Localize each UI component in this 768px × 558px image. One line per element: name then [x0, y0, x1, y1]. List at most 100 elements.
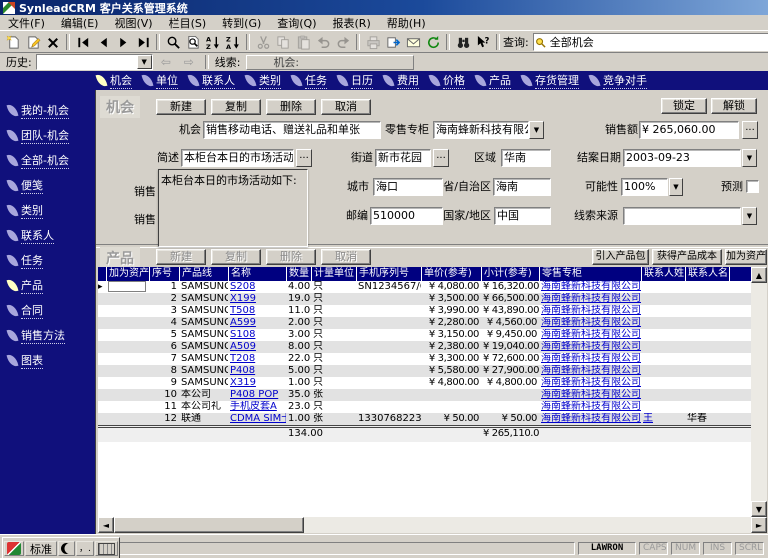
province-input[interactable]: 海南 — [493, 178, 551, 196]
sidebar-item[interactable]: 团队-机会 — [0, 123, 95, 148]
sort-ascending-icon[interactable]: AZ — [203, 33, 223, 51]
grid-header-cell[interactable]: 产品线 — [179, 267, 228, 281]
tab-item[interactable]: 单位 — [143, 72, 178, 89]
product-row[interactable]: 4SAMSUNGA5992.00只¥ 2,280.00¥ 4,560.00海南蜂… — [98, 317, 751, 329]
opportunity-button[interactable]: 删除 — [266, 99, 316, 115]
sidebar-item[interactable]: 便笺 — [0, 173, 95, 198]
sidebar-item[interactable]: 类别 — [0, 198, 95, 223]
tab-item[interactable]: 机会 — [97, 72, 132, 89]
lead-source-input[interactable] — [623, 207, 741, 225]
tab-item[interactable]: 类别 — [246, 72, 281, 89]
refresh-icon[interactable] — [423, 33, 443, 51]
counter-link[interactable]: 海南蜂新科技有限公司 — [541, 413, 641, 424]
menu-item[interactable]: 转到(G) — [214, 15, 269, 31]
sidebar-item[interactable]: 销售方法 — [0, 323, 95, 348]
grid-header-cell[interactable]: 序号 — [149, 267, 179, 281]
grid-header-cell[interactable]: 联系人姓 — [641, 267, 685, 281]
tab-item[interactable]: 联系人 — [189, 72, 235, 89]
product-row[interactable]: 3SAMSUNGT50811.00只¥ 3,990.00¥ 43,890.00海… — [98, 305, 751, 317]
sidebar-item[interactable]: 合同 — [0, 298, 95, 323]
counter-link[interactable]: 海南蜂新科技有限公司 — [541, 329, 641, 340]
menu-item[interactable]: 帮助(H) — [379, 15, 434, 31]
grid-header-cell[interactable]: 联系人名 — [685, 267, 729, 281]
grid-hscroll[interactable]: ◄ ► — [98, 517, 767, 533]
import-product-package-button[interactable]: 引入产品包 — [592, 249, 649, 265]
ime-mode-label[interactable]: 标准 — [25, 541, 57, 556]
ime-fullwidth-moon-icon[interactable] — [58, 541, 75, 556]
opportunity-button[interactable]: 复制 — [211, 99, 261, 115]
edit-record-icon[interactable] — [23, 33, 43, 51]
counter-link[interactable]: 海南蜂新科技有限公司 — [541, 293, 641, 304]
product-link[interactable]: X319 — [230, 377, 256, 388]
menu-item[interactable]: 栏目(S) — [161, 15, 215, 31]
product-row[interactable]: ▸1SAMSUNGS2084.00只SN1234567/68/¥ 4,080.0… — [98, 281, 751, 293]
menu-item[interactable]: 编辑(E) — [53, 15, 107, 31]
grid-header-cell[interactable]: 小计(参考) — [481, 267, 539, 281]
hscroll-thumb[interactable] — [114, 517, 304, 533]
retail-counter-dropdown-button[interactable]: ▼ — [529, 121, 544, 139]
retail-counter-input[interactable]: 海南蜂新科技有限公司 — [433, 121, 529, 139]
history-dropdown-button[interactable]: ▼ — [137, 55, 152, 69]
brief-memo-popup[interactable]: 本柜台本日的市场活动如下: — [158, 169, 308, 247]
tab-item[interactable]: 产品 — [476, 72, 511, 89]
counter-link[interactable]: 海南蜂新科技有限公司 — [541, 317, 641, 328]
ime-punctuation-icon[interactable]: ，. — [76, 541, 94, 556]
get-product-cost-button[interactable]: 获得产品成本 — [652, 249, 722, 265]
scroll-down-button[interactable]: ▼ — [751, 501, 767, 517]
product-row[interactable]: 12联通CDMA SIM卡1.00张13307682236¥ 50.00¥ 50… — [98, 413, 751, 425]
sales-amount-ellipsis-button[interactable]: ... — [742, 121, 758, 139]
brief-ellipsis-button[interactable]: ... — [296, 149, 312, 167]
delete-record-icon[interactable] — [43, 33, 63, 51]
tab-item[interactable]: 价格 — [430, 72, 465, 89]
grid-vscroll[interactable]: ▲ ▼ — [751, 267, 767, 517]
history-forward-button[interactable]: ⇨ — [179, 54, 199, 70]
product-link[interactable]: CDMA SIM卡 — [230, 413, 286, 424]
menu-item[interactable]: 报表(R) — [325, 15, 379, 31]
tab-item[interactable]: 费用 — [384, 72, 419, 89]
product-link[interactable]: S108 — [230, 329, 255, 340]
brief-input[interactable]: 本柜台本日的市场活动如下: — [181, 149, 294, 167]
lock-button[interactable]: 锁定 — [661, 98, 707, 114]
grid-header-cell[interactable]: 手机序列号 — [356, 267, 421, 281]
tab-item[interactable]: 任务 — [292, 72, 327, 89]
grid-header-cell[interactable]: 名称 — [228, 267, 286, 281]
counter-link[interactable]: 海南蜂新科技有限公司 — [541, 353, 641, 364]
last-record-icon[interactable] — [133, 33, 153, 51]
sales-amount-input[interactable]: ¥ 265,060.00 — [639, 121, 739, 139]
sort-descending-icon[interactable]: ZA — [223, 33, 243, 51]
sidebar-item[interactable]: 全部-机会 — [0, 148, 95, 173]
product-row[interactable]: 9SAMSUNGX3191.00只¥ 4,800.00¥ 4,800.00海南蜂… — [98, 377, 751, 389]
sidebar-item[interactable]: 任务 — [0, 248, 95, 273]
product-link[interactable]: T208 — [230, 353, 255, 364]
history-combo[interactable]: ▼ — [36, 54, 153, 70]
product-row[interactable]: 2SAMSUNGX19919.00只¥ 3,500.00¥ 66,500.00海… — [98, 293, 751, 305]
lead-source-dropdown-button[interactable]: ▼ — [742, 207, 757, 225]
tab-item[interactable]: 日历 — [338, 72, 373, 89]
first-record-icon[interactable] — [73, 33, 93, 51]
ime-language-icon[interactable] — [4, 541, 24, 556]
prior-record-icon[interactable] — [93, 33, 113, 51]
zoom-icon[interactable] — [163, 33, 183, 51]
grid-header-cell[interactable]: 数量 — [286, 267, 311, 281]
scroll-left-button[interactable]: ◄ — [98, 517, 114, 533]
opportunity-button[interactable]: 取消 — [321, 99, 371, 115]
counter-link[interactable]: 海南蜂新科技有限公司 — [541, 281, 641, 292]
next-record-icon[interactable] — [113, 33, 133, 51]
sidebar-item[interactable]: 产品 — [0, 273, 95, 298]
product-row[interactable]: 11本公司礼手机皮套A23.00只海南蜂新科技有限公司 — [98, 401, 751, 413]
counter-link[interactable]: 海南蜂新科技有限公司 — [541, 305, 641, 316]
add-as-asset-button[interactable]: 加为资产 — [725, 249, 767, 265]
product-row[interactable]: 8SAMSUNGP4085.00只¥ 5,580.00¥ 27,900.00海南… — [98, 365, 751, 377]
probability-input[interactable]: 100% — [621, 178, 668, 196]
export-icon[interactable] — [383, 33, 403, 51]
product-link[interactable]: P408 POP — [230, 389, 278, 400]
history-back-button[interactable]: ⇦ — [156, 54, 176, 70]
query-combo[interactable]: 全部机会 ▼ — [533, 33, 768, 51]
grid-header-cell[interactable]: 计量单位 — [311, 267, 356, 281]
ime-bar[interactable]: 标准 ，. — [2, 537, 120, 558]
contact-last-link[interactable]: 王 — [643, 413, 653, 424]
tab-item[interactable]: 竞争对手 — [590, 72, 647, 89]
close-date-dropdown-button[interactable]: ▼ — [742, 149, 757, 167]
product-link[interactable]: A599 — [230, 317, 256, 328]
counter-link[interactable]: 海南蜂新科技有限公司 — [541, 389, 641, 400]
